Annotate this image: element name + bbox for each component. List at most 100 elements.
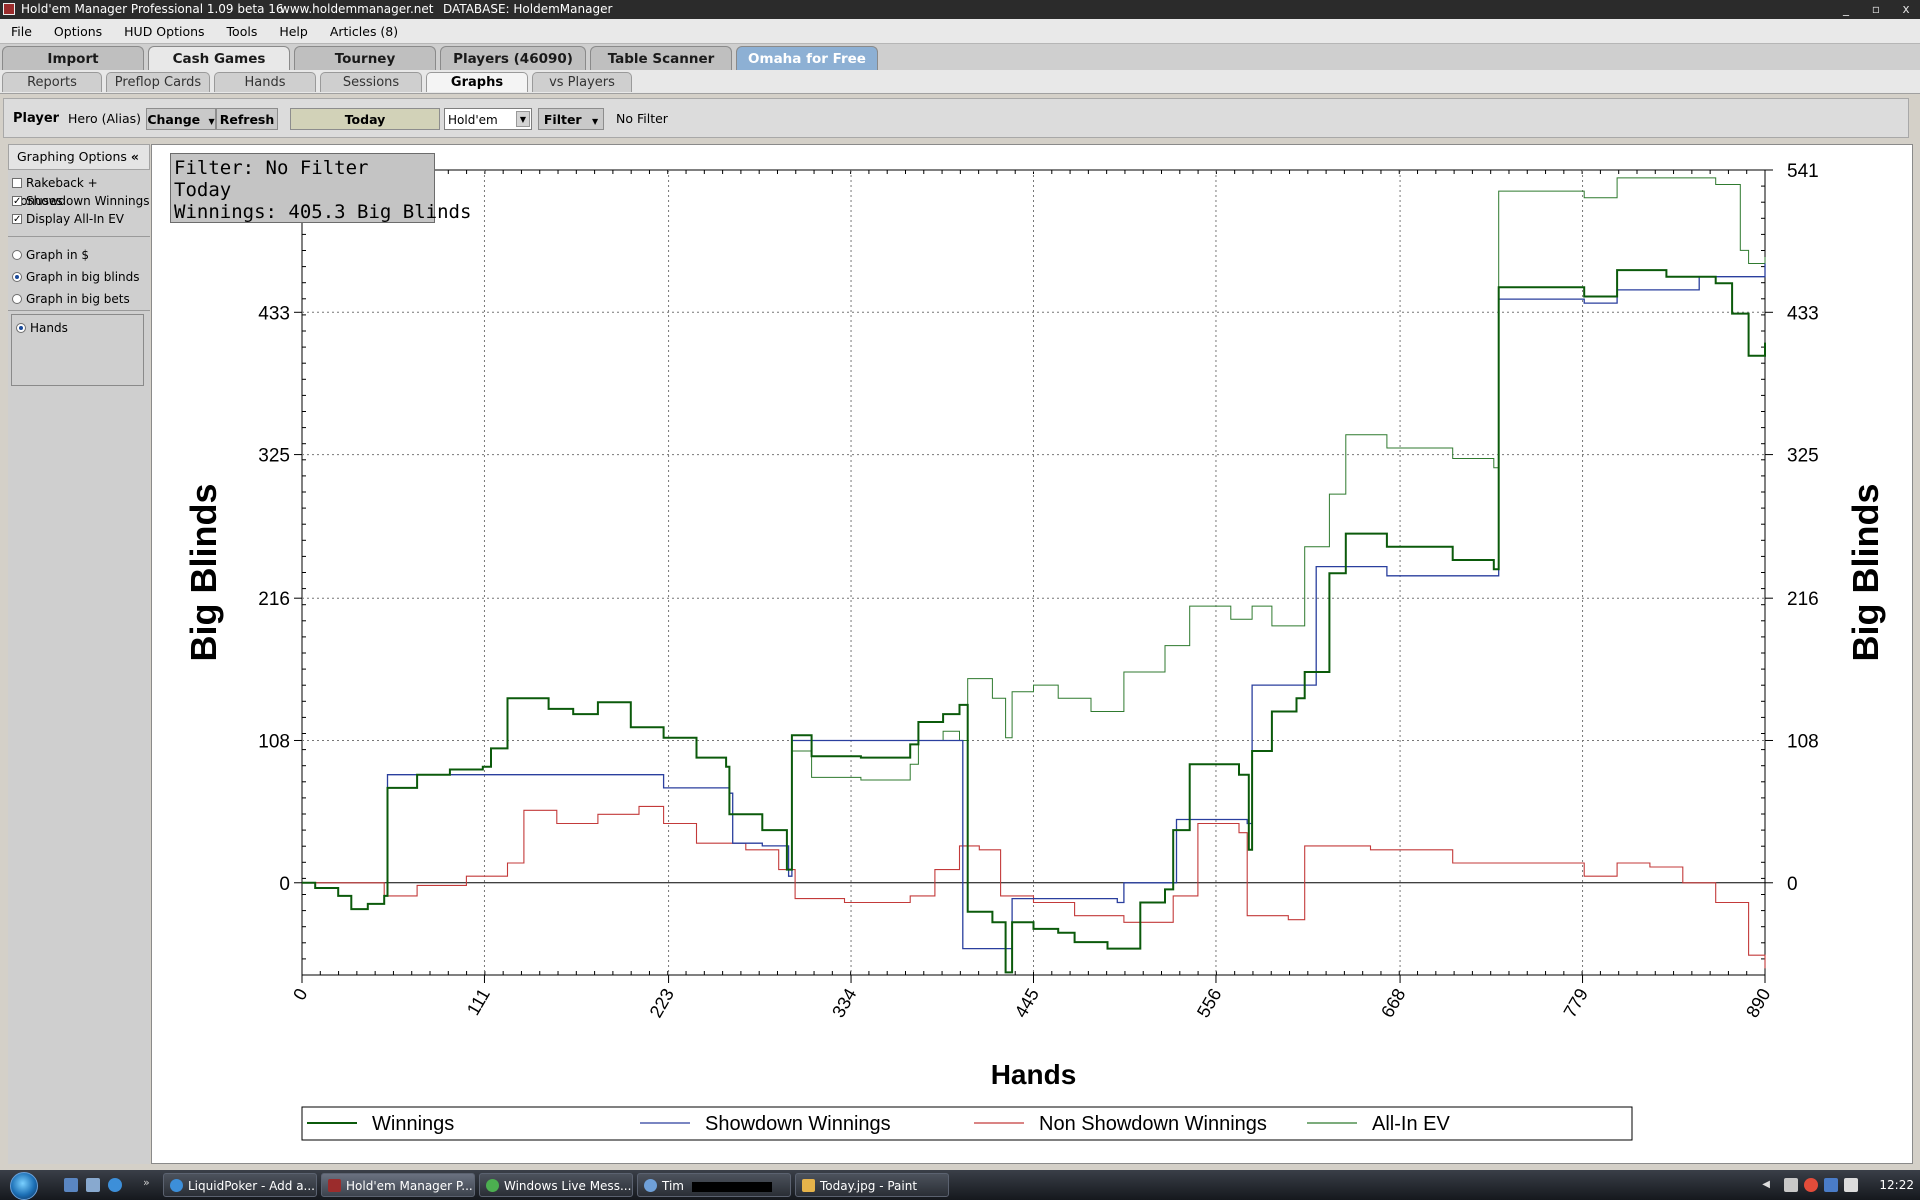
menu-articles[interactable]: Articles (8) [319,24,409,39]
tray-app-icon[interactable] [1784,1178,1798,1192]
y-tick-label-left: 433 [258,303,290,324]
y-tick-label-left: 0 [279,874,290,895]
graph-in-big-bets-label: Graph in big bets [26,292,130,306]
chat-icon [644,1179,657,1192]
graph-in-dollars-radio[interactable]: Graph in $ [8,246,150,264]
y-tick-label-right: 541 [1787,161,1819,182]
display-allin-ev-label: Display All-In EV [26,212,125,226]
y-tick-label-left: 108 [258,731,290,752]
menu-tools[interactable]: Tools [216,24,269,39]
x-tick-label: 890 [1742,985,1774,1021]
tab-sessions[interactable]: Sessions [320,72,422,92]
graph-in-big-bets-radio[interactable]: Graph in big bets [8,290,150,308]
radio-selected-icon [16,323,26,333]
winnings-graph: 0 111 223 334 445 556 668 779 890 0 0 108 108 216 216 3… [183,161,1886,1141]
refresh-button[interactable]: Refresh [216,108,278,130]
display-allin-ev-checkbox[interactable]: Display All-In EV [8,210,150,229]
hands-label: Hands [30,321,68,335]
change-button-label: Change [147,112,201,127]
tab-preflop-cards[interactable]: Preflop Cards [106,72,210,92]
show-desktop-icon[interactable] [64,1178,78,1192]
player-label: Player [13,111,60,126]
window-title: Hold'em Manager Professional 1.09 beta 1… [21,2,284,16]
sub-tabs: Reports Preflop Cards Hands Sessions Gra… [0,70,1920,94]
title-bar: Hold'em Manager Professional 1.09 beta 1… [0,0,1920,19]
taskbar-messenger-label: Windows Live Mess... [504,1179,632,1193]
hands-radio[interactable]: Hands [12,319,154,337]
switch-windows-icon[interactable] [86,1178,100,1192]
game-type-select[interactable]: Hold'em ▼ [444,108,532,130]
taskbar-chat-tim[interactable]: Tim [637,1173,791,1197]
legend-label: Showdown Winnings [705,1113,891,1135]
graph-panel: 0 111 223 334 445 556 668 779 890 0 0 108 108 216 216 3… [151,144,1913,1164]
taskbar-holdem-manager[interactable]: Hold'em Manager P... [321,1173,475,1197]
chevron-left-icon[interactable]: ◀ [1762,1179,1770,1190]
rakeback-checkbox[interactable]: Rakeback + Bonuses [8,174,150,208]
window-site: www.holdemmanager.net [280,2,434,16]
x-axis-options-box: Hands [11,314,144,386]
volume-icon[interactable] [1844,1178,1858,1192]
graph-in-dollars-label: Graph in $ [26,248,90,262]
menu-options[interactable]: Options [43,24,113,39]
y-tick-label-right: 216 [1787,589,1819,610]
x-tick-label: 779 [1560,985,1592,1021]
taskbar-liquidpoker[interactable]: LiquidPoker - Add a... [163,1173,317,1197]
tab-cash-games[interactable]: Cash Games [148,46,290,70]
taskbar-liquidpoker-label: LiquidPoker - Add a... [188,1179,315,1193]
y-axis-title-left: Big Blinds [183,484,224,662]
tab-import[interactable]: Import [2,46,144,70]
y-tick-label-right: 325 [1787,446,1819,467]
graph-in-big-blinds-radio[interactable]: Graph in big blinds [8,268,150,286]
menu-help[interactable]: Help [268,24,319,39]
tab-players[interactable]: Players (46090) [440,46,586,70]
browser-icon [170,1179,183,1192]
tab-omaha-for-free[interactable]: Omaha for Free [736,46,878,70]
game-type-value: Hold'em [448,113,498,127]
x-tick-label: 556 [1193,985,1225,1021]
dropdown-arrow-icon: ▼ [208,117,215,126]
y-axis-title-right: Big Blinds [1845,484,1886,662]
legend-label: Winnings [372,1113,454,1135]
taskbar: » LiquidPoker - Add a... Hold'em Manager… [0,1170,1920,1200]
browser-icon[interactable] [108,1178,122,1192]
x-tick-label: 111 [463,985,494,1019]
y-tick-label-left: 325 [258,446,290,467]
filter-toolbar: Player Hero (Alias) Change ▼ Refresh Tod… [3,98,1909,138]
network-icon[interactable] [1824,1178,1838,1192]
collapse-icon[interactable]: « [131,145,139,169]
menu-hud-options[interactable]: HUD Options [113,24,215,39]
tab-tourney[interactable]: Tourney [294,46,436,70]
taskbar-messenger[interactable]: Windows Live Mess... [479,1173,633,1197]
x-tick-label: 223 [646,985,678,1021]
tab-reports[interactable]: Reports [2,72,102,92]
tab-hands[interactable]: Hands [214,72,316,92]
showdown-winnings-checkbox[interactable]: Showdown Winnings [8,192,150,211]
filter-button[interactable]: Filter ▼ [538,108,604,130]
info-period: Today [174,179,232,201]
google-icon[interactable] [1804,1178,1818,1192]
x-axis-title: Hands [991,1059,1077,1090]
tab-vs-players[interactable]: vs Players [532,72,632,92]
x-tick-label: 445 [1011,985,1043,1021]
maximize-button[interactable]: ▫ [1868,0,1884,19]
filter-status: No Filter [616,111,668,126]
minimize-button[interactable]: _ [1838,0,1854,19]
radio-icon [12,250,22,260]
tab-graphs[interactable]: Graphs [426,72,528,92]
app-icon [3,3,15,15]
start-button[interactable] [10,1172,38,1200]
tab-table-scanner[interactable]: Table Scanner [590,46,732,70]
menu-file[interactable]: File [0,24,43,39]
clock[interactable]: 12:22 [1879,1170,1914,1200]
redacted-block [691,1181,772,1192]
change-button[interactable]: Change ▼ [146,108,216,130]
close-button[interactable]: x [1898,0,1914,19]
chevron-right-icon[interactable]: » [143,1176,150,1189]
chevron-down-icon: ▼ [516,111,530,127]
checkbox-checked-icon [12,193,22,211]
taskbar-holdem-manager-label: Hold'em Manager P... [346,1179,473,1193]
graph-info-box: Filter: No Filter Today Winnings: 405.3 … [170,153,471,223]
menu-bar: File Options HUD Options Tools Help Arti… [0,19,1920,44]
taskbar-paint[interactable]: Today.jpg - Paint [795,1173,949,1197]
date-range-button[interactable]: Today [290,108,440,130]
